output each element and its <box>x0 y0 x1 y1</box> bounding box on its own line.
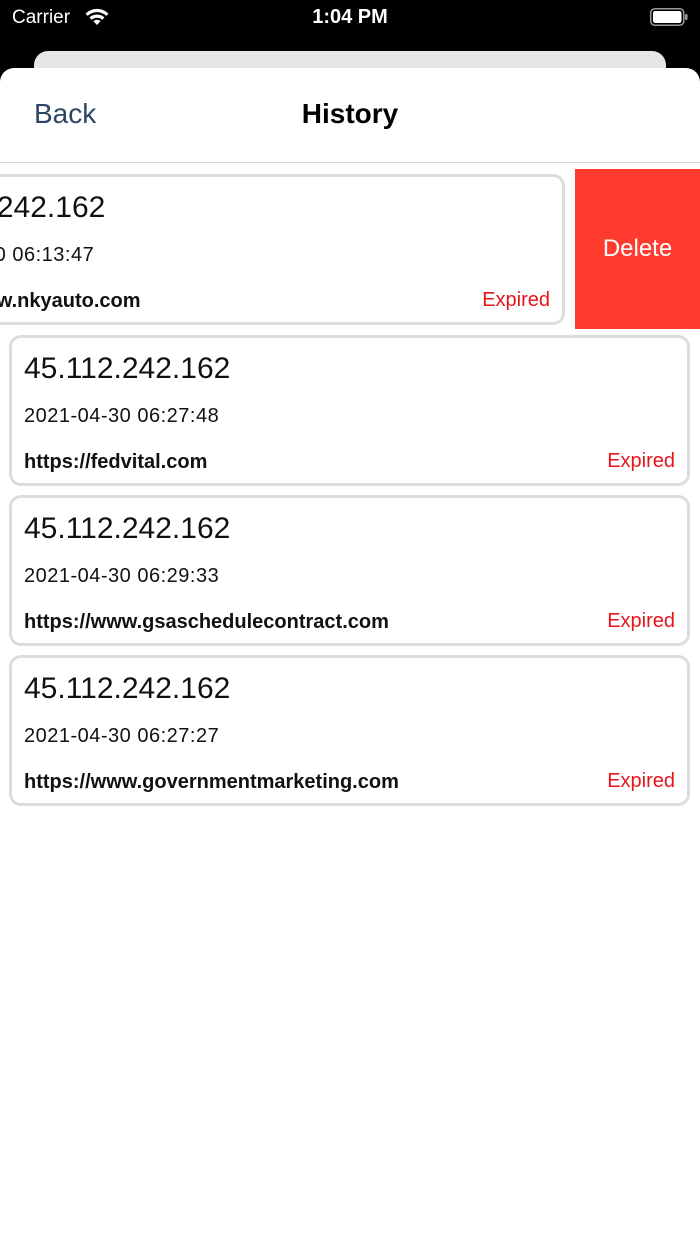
ip-address: 45.112.242.162 <box>24 672 231 705</box>
history-date: 2021-04-30 06:27:48 <box>24 405 220 427</box>
history-date: 2021-04-30 06:29:33 <box>24 565 220 587</box>
history-sheet: Back History 45.112.242.162 2021-04-30 0… <box>0 68 700 1244</box>
history-date: 2021-04-30 06:27:27 <box>24 725 220 747</box>
battery-icon <box>650 8 688 26</box>
status-badge: Expired <box>607 450 675 472</box>
navigation-bar: Back History <box>0 68 700 163</box>
history-card[interactable]: 45.112.242.162 2021-04-30 06:29:33 https… <box>9 495 690 646</box>
history-url: https://www.nkyauto.com <box>0 290 141 312</box>
history-card[interactable]: 45.112.242.162 2021-04-30 06:27:48 https… <box>9 335 690 486</box>
ip-address: 45.112.242.162 <box>24 512 231 545</box>
status-badge: Expired <box>607 770 675 792</box>
back-button[interactable]: Back <box>34 98 96 130</box>
ip-address: 45.112.242.162 <box>24 352 231 385</box>
history-url: https://www.gsaschedulecontract.com <box>24 611 389 633</box>
delete-button[interactable]: Delete <box>575 169 700 329</box>
status-bar: Carrier 1:04 PM <box>0 0 700 40</box>
history-date: 2021-04-30 06:13:47 <box>0 244 95 266</box>
page-title: History <box>301 98 399 129</box>
history-url: https://fedvital.com <box>24 451 208 473</box>
status-badge: Expired <box>482 289 550 311</box>
screen: Carrier 1:04 PM Back History 45.112.242.… <box>0 0 700 1244</box>
ip-address: 45.112.242.162 <box>0 191 106 224</box>
history-card[interactable]: 45.112.242.162 2021-04-30 06:27:27 https… <box>9 655 690 806</box>
history-url: https://www.governmentmarketing.com <box>24 771 399 793</box>
history-card[interactable]: 45.112.242.162 2021-04-30 06:13:47 https… <box>0 174 565 325</box>
status-time: 1:04 PM <box>312 6 388 28</box>
status-badge: Expired <box>607 610 675 632</box>
